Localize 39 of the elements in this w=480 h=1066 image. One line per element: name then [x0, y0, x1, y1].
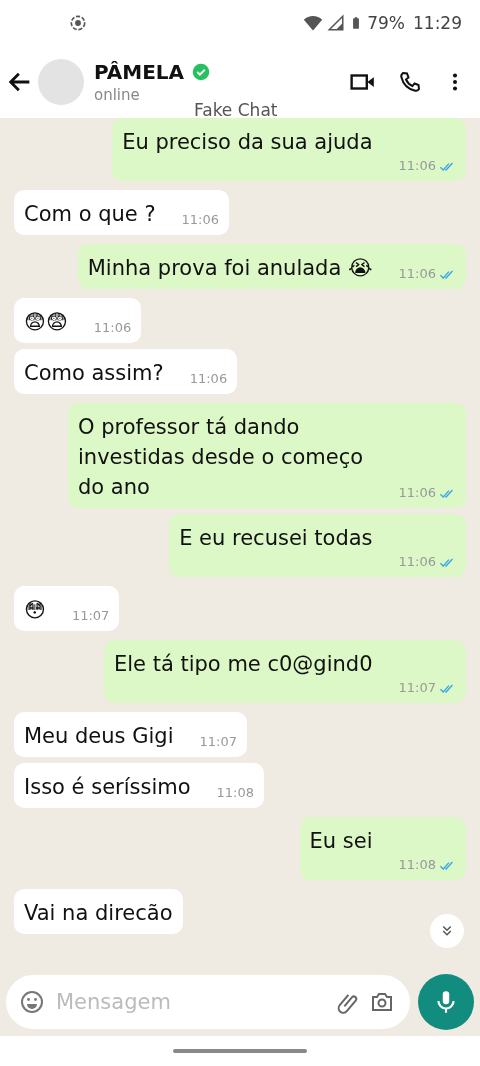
- message-time: 11:06: [93, 319, 132, 337]
- message-text: Eu preciso da sua ajuda: [122, 129, 374, 156]
- contact-name: PÂMELA: [94, 60, 185, 84]
- scroll-down-button[interactable]: [430, 914, 464, 948]
- message-time: 11:07: [71, 607, 110, 625]
- message-time: 11:06: [398, 484, 436, 502]
- message-text: 😳: [24, 597, 46, 624]
- message-text: O professor tá dando investidas desde o começo do ano: [78, 414, 365, 501]
- clock: 11:29: [413, 13, 462, 33]
- contact-status: online: [94, 86, 141, 104]
- phone-call-icon[interactable]: [398, 70, 422, 94]
- message-composer-field[interactable]: Mensagem: [6, 975, 410, 1029]
- message-time: 11:07: [398, 679, 436, 697]
- message-time: 11:06: [189, 370, 228, 388]
- message-text: Minha prova foi anulada 😭: [87, 255, 373, 282]
- message-time: 11:06: [398, 157, 436, 175]
- message-text: Isso é seríssimo: [24, 774, 191, 801]
- message-text: Vai na direcão: [24, 900, 173, 927]
- microphone-button[interactable]: [418, 974, 474, 1030]
- camera-icon[interactable]: [370, 990, 394, 1014]
- message-time: 11:06: [398, 553, 436, 571]
- message-text: E eu recusei todas: [179, 525, 374, 552]
- message-time: 11:06: [181, 211, 220, 229]
- message-time: 11:06: [398, 265, 436, 283]
- message-text: Com o que ?: [24, 201, 156, 228]
- message-time: 11:08: [398, 856, 436, 874]
- signal-icon: [327, 14, 346, 32]
- watermark: Fake Chat: [194, 100, 278, 120]
- message-text: Ele tá tipo me c0@gind0: [114, 651, 374, 678]
- message-time: 11:08: [216, 784, 254, 802]
- message-time: 11:07: [199, 733, 237, 751]
- wifi-icon: [303, 13, 324, 33]
- message-text: Meu deus Gigi: [24, 723, 174, 750]
- battery-level: 79%: [367, 13, 405, 33]
- recording-icon: [68, 13, 88, 33]
- message-text: Eu sei: [309, 828, 374, 855]
- message-text: Como assim?: [24, 360, 164, 387]
- emoji-icon[interactable]: [20, 990, 44, 1014]
- message-text: 😨😨: [24, 309, 68, 336]
